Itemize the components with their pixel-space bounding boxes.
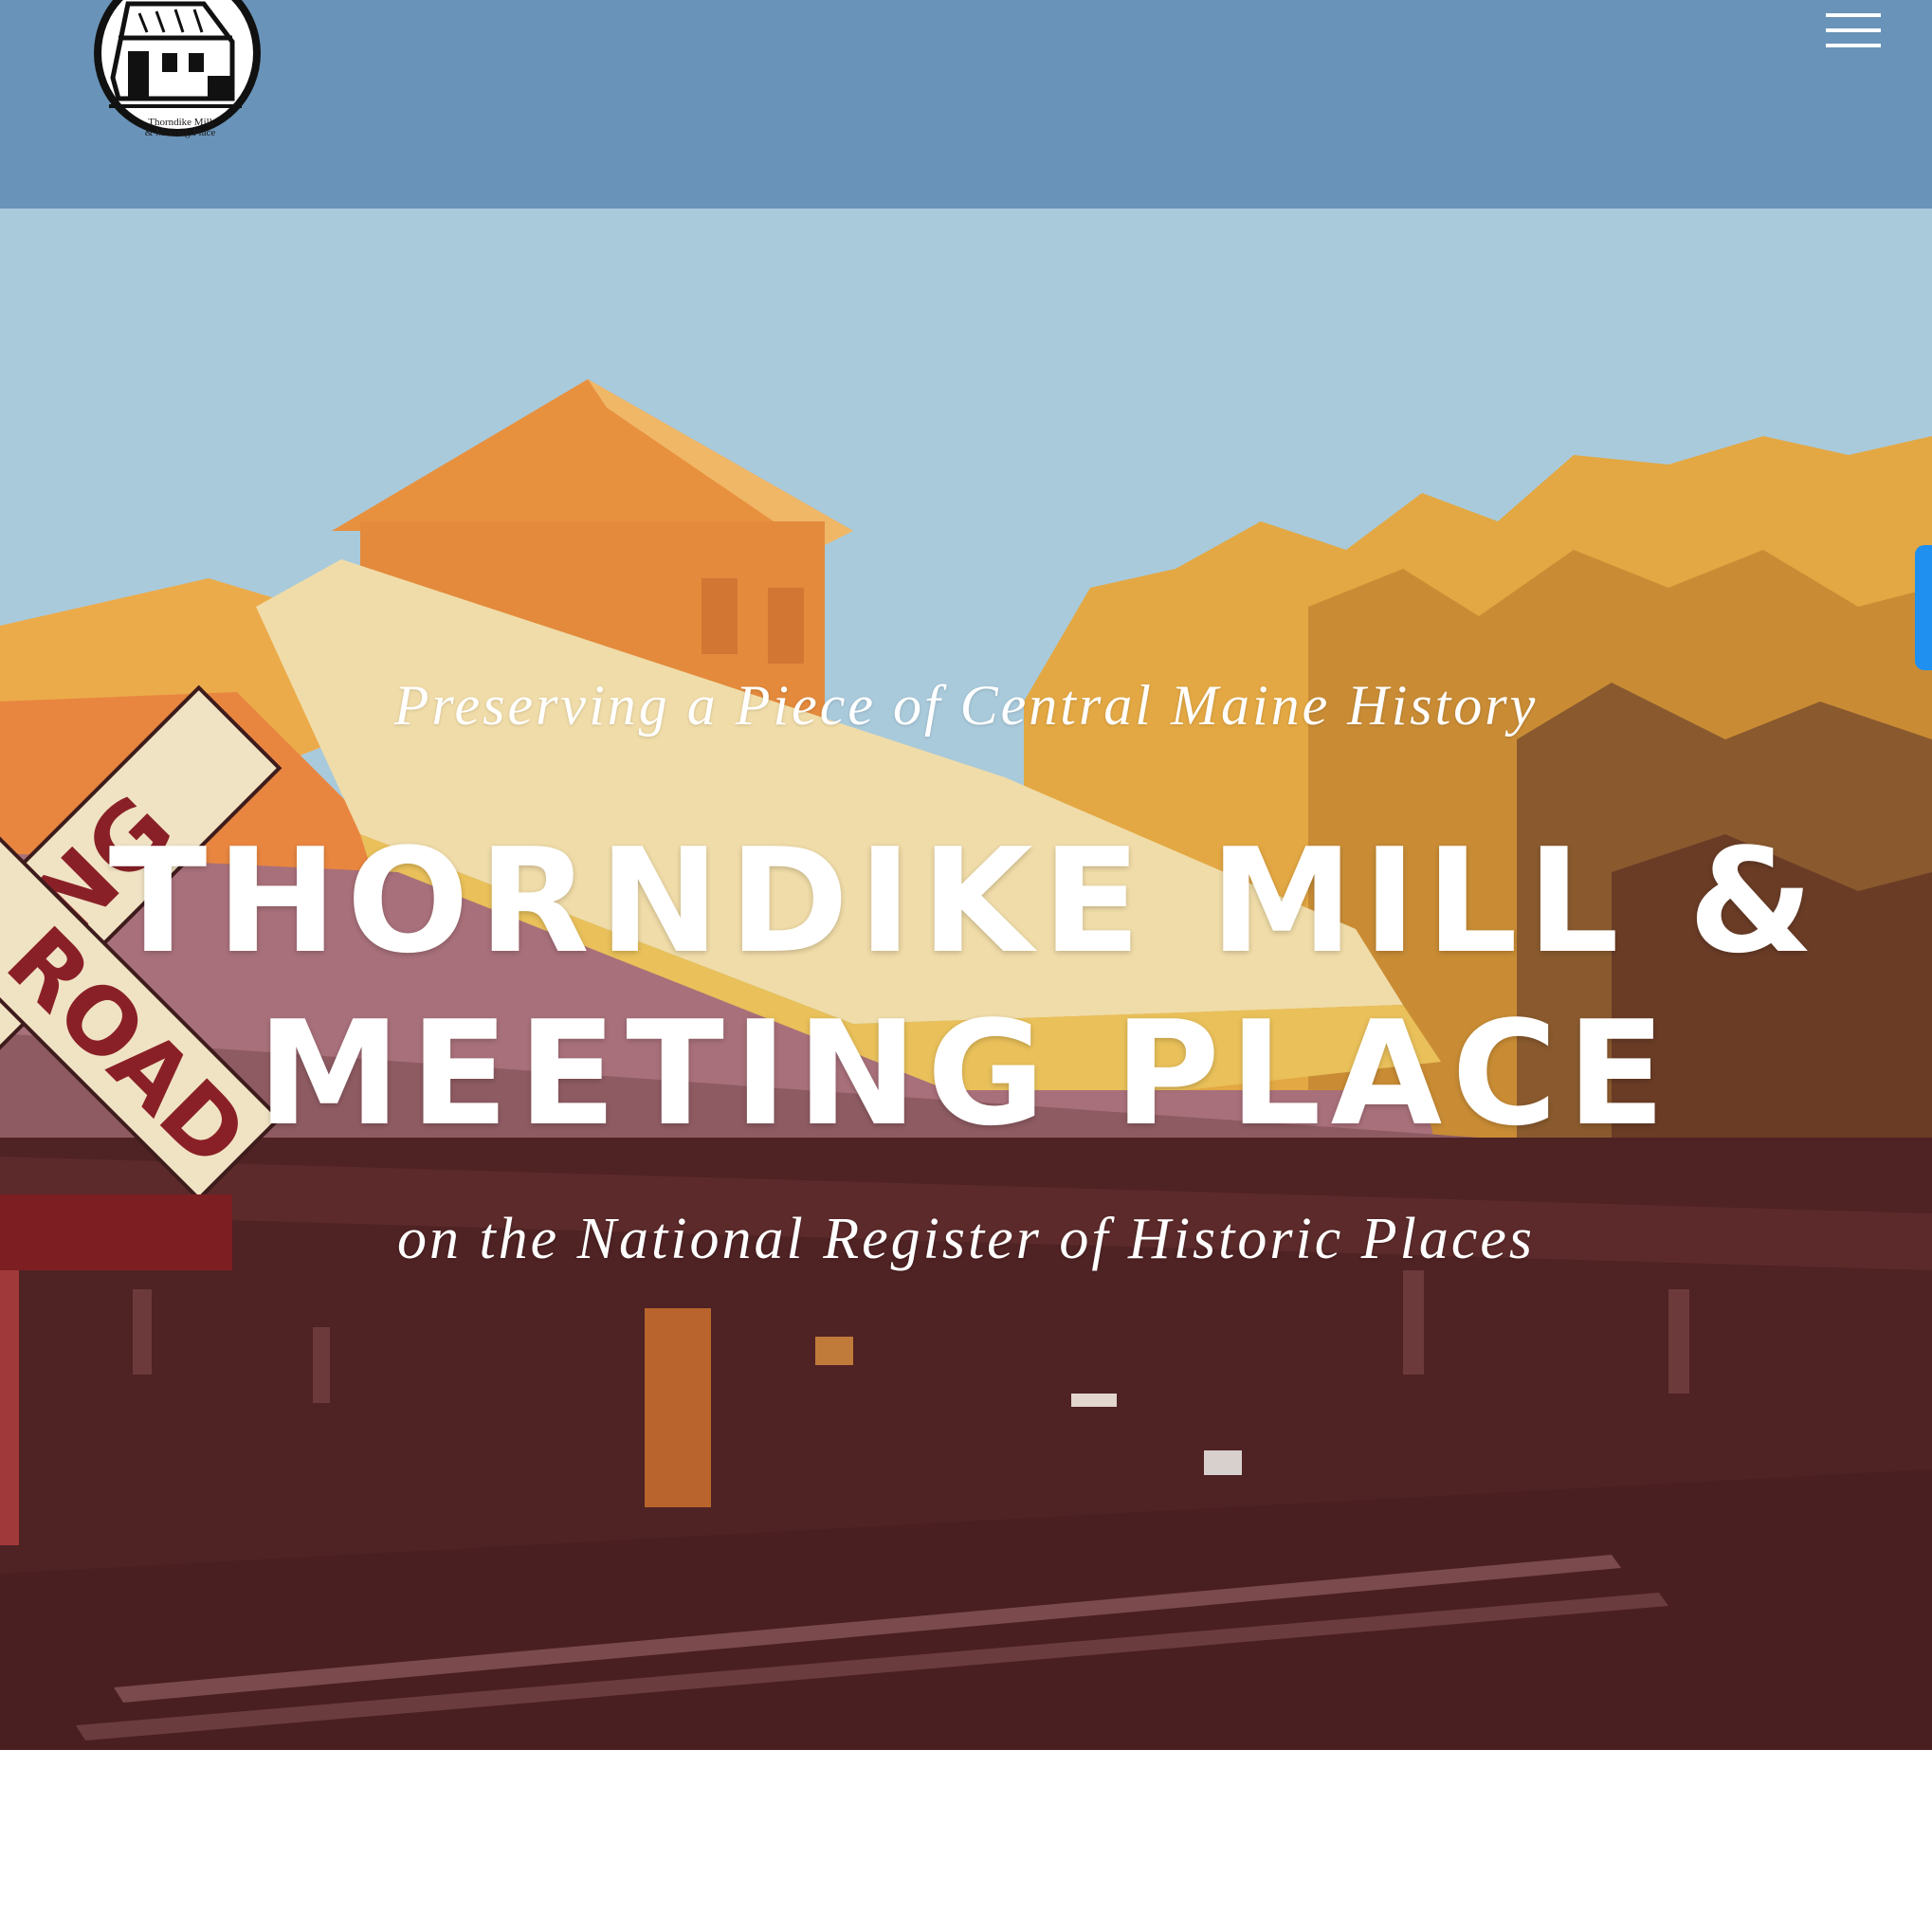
logo-caption-line2: & Meeting Place xyxy=(144,127,216,138)
menu-bar-bottom xyxy=(1826,44,1881,47)
hero-title-line1: THORNDIKE MILL & xyxy=(108,817,1824,985)
hero-title-line2: MEETING PLACE xyxy=(257,990,1675,1157)
menu-bar-middle xyxy=(1826,28,1881,32)
hero-tagline-bottom: on the National Register of Historic Pla… xyxy=(396,1207,1536,1271)
hero-banner: ING ROAD Preserving a Piece of Central M… xyxy=(0,209,1932,1750)
side-scroll-tab[interactable] xyxy=(1915,545,1932,670)
site-header: Thorndike Mill & Meeting Place xyxy=(0,0,1932,209)
hero-tagline-top: Preserving a Piece of Central Maine Hist… xyxy=(393,674,1539,737)
hero-title: THORNDIKE MILL & MEETING PLACE xyxy=(0,815,1932,1160)
hamburger-menu-icon[interactable] xyxy=(1824,6,1885,55)
page: Thorndike Mill & Meeting Place ING ROAD … xyxy=(0,0,1932,1932)
menu-bar-top xyxy=(1826,13,1881,17)
logo-caption: Thorndike Mill & Meeting Place xyxy=(114,118,246,138)
